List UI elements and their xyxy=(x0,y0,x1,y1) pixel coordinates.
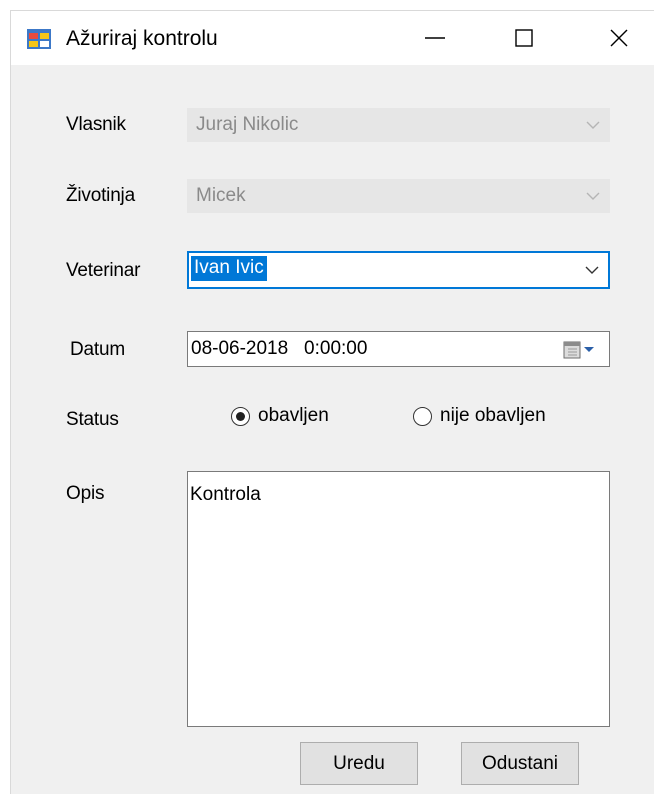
ok-button[interactable]: Uredu xyxy=(300,742,418,785)
cancel-button[interactable]: Odustani xyxy=(461,742,579,785)
dialog-window: Ažuriraj kontrolu Vlasnik Juraj Nikolic … xyxy=(10,10,654,794)
radio-dot xyxy=(236,411,245,421)
vet-label: Veterinar xyxy=(66,260,141,281)
vet-value[interactable]: Ivan Ivic xyxy=(191,256,267,281)
status-option-label: nije obavljen xyxy=(440,405,546,426)
date-value: 08-06-2018 0:00:00 xyxy=(191,338,368,359)
animal-label: Životinja xyxy=(66,185,135,206)
status-label: Status xyxy=(66,409,119,430)
description-value: Kontrola xyxy=(190,484,261,505)
description-textarea[interactable]: Kontrola xyxy=(187,471,610,727)
form-app-icon xyxy=(27,29,51,49)
minimize-icon xyxy=(425,37,445,39)
description-label: Opis xyxy=(66,483,105,504)
status-option-label: obavljen xyxy=(258,405,329,426)
chevron-down-icon xyxy=(586,121,600,129)
status-radio-not-done[interactable]: nije obavljen xyxy=(413,405,546,427)
window-title: Ažuriraj kontrolu xyxy=(66,27,218,50)
close-button[interactable] xyxy=(587,11,651,65)
close-icon xyxy=(610,29,628,47)
chevron-down-icon xyxy=(585,266,599,274)
owner-combobox[interactable]: Juraj Nikolic xyxy=(187,108,610,142)
owner-value: Juraj Nikolic xyxy=(196,114,299,135)
chevron-down-icon xyxy=(586,192,600,200)
status-radio-done[interactable]: obavljen xyxy=(231,405,329,427)
radio-button[interactable] xyxy=(231,406,250,426)
date-picker[interactable]: 08-06-2018 0:00:00 xyxy=(187,331,610,367)
owner-label: Vlasnik xyxy=(66,114,126,135)
animal-value: Micek xyxy=(196,185,246,206)
radio-button[interactable] xyxy=(413,406,432,426)
title-bar[interactable]: Ažuriraj kontrolu xyxy=(11,11,654,65)
animal-combobox[interactable]: Micek xyxy=(187,179,610,213)
maximize-button[interactable] xyxy=(492,11,556,65)
calendar-dropdown-icon[interactable] xyxy=(563,341,595,359)
date-label: Datum xyxy=(70,339,125,360)
maximize-icon xyxy=(515,29,533,47)
minimize-button[interactable] xyxy=(403,11,467,65)
vet-combobox[interactable]: Ivan Ivic xyxy=(187,251,610,289)
